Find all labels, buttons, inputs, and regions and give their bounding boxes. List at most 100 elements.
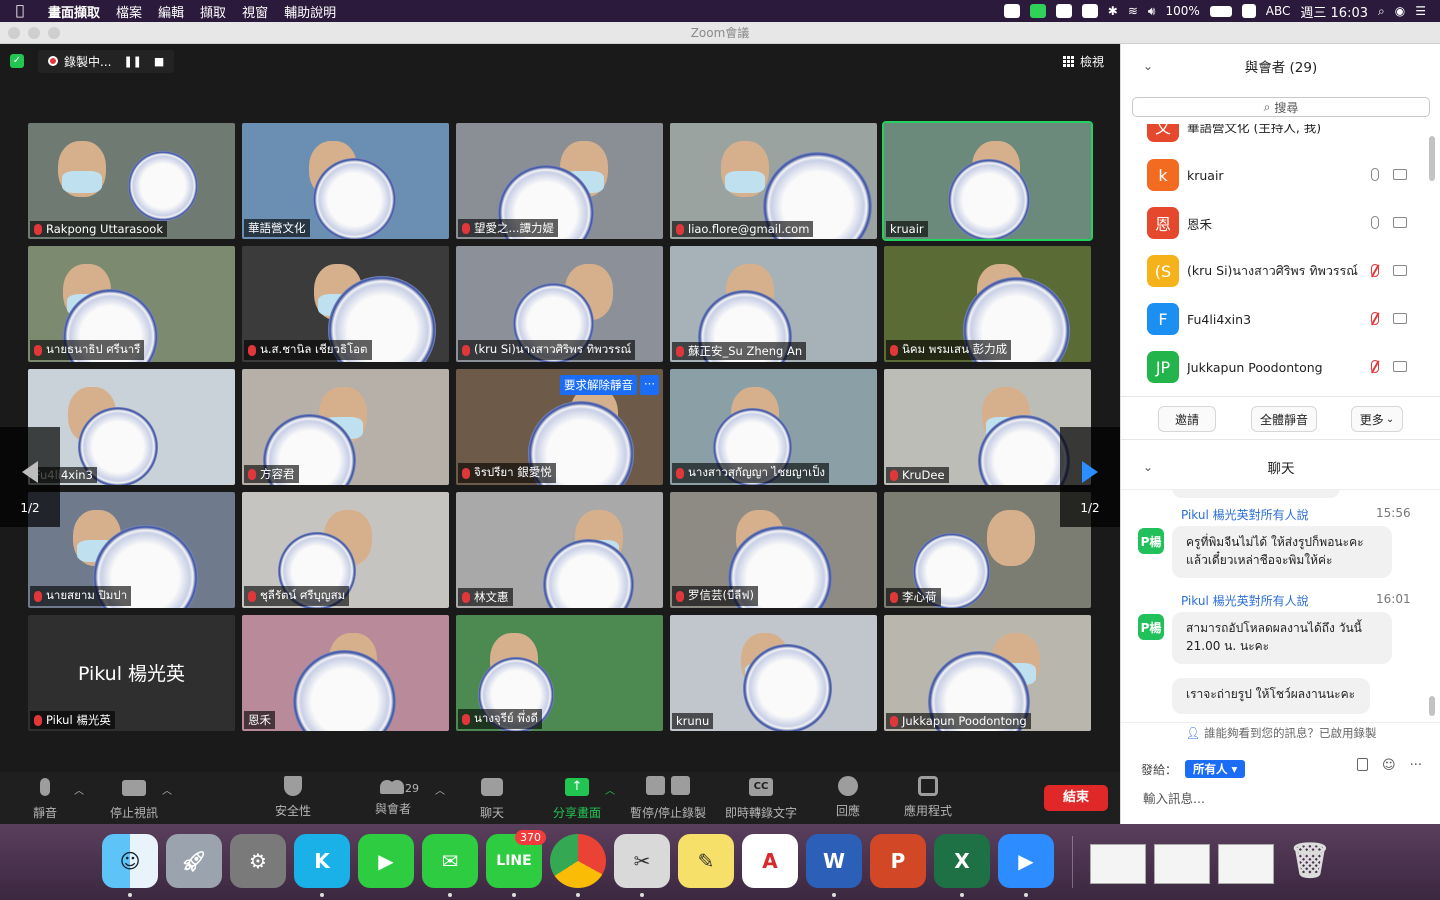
acrobat-icon[interactable]: A: [742, 834, 798, 888]
video-camera-icon[interactable]: [1393, 265, 1407, 276]
reactions-button[interactable]: 回應: [836, 776, 860, 819]
video-options-caret-icon[interactable]: ︿: [162, 782, 172, 797]
menu-window[interactable]: 視窗: [234, 2, 276, 21]
share-options-caret-icon[interactable]: ︿: [605, 782, 615, 797]
video-tile[interactable]: Jukkapun Poodontong: [884, 615, 1091, 731]
video-camera-icon[interactable]: [1393, 169, 1407, 180]
next-page-button[interactable]: 1/2: [1060, 427, 1120, 527]
excel-icon[interactable]: X: [934, 834, 990, 888]
video-tile[interactable]: 望愛之...譚力媞: [456, 123, 663, 239]
pause-stop-recording-button[interactable]: 暫停/停止錄製: [630, 776, 706, 821]
menu-app[interactable]: 畫面擷取: [40, 2, 108, 21]
video-tile[interactable]: kruair: [882, 121, 1093, 241]
recipient-dropdown[interactable]: 所有人 ▾: [1185, 760, 1246, 778]
video-tile[interactable]: Rakpong Uttarasook: [28, 123, 235, 239]
chrome-icon[interactable]: [550, 834, 606, 888]
video-tile[interactable]: ชุลีรัตน์ ศรีบุญสม: [242, 492, 449, 608]
muted-mic-icon[interactable]: [1371, 264, 1379, 277]
participant-row[interactable]: JP Jukkapun Poodontong: [1147, 350, 1417, 384]
video-tile[interactable]: นางจุรีย์ พึ่งดี: [456, 615, 663, 731]
video-tile[interactable]: 方容君: [242, 369, 449, 485]
stop-recording-icon[interactable]: ■: [154, 55, 164, 68]
video-tile[interactable]: krunu: [670, 615, 877, 731]
chat-scrollbar[interactable]: [1429, 696, 1435, 716]
video-camera-icon[interactable]: [1393, 361, 1407, 372]
menu-capture[interactable]: 擷取: [192, 2, 234, 21]
participant-row[interactable]: k kruair: [1147, 158, 1417, 192]
k-tray-icon[interactable]: [1081, 4, 1098, 18]
invite-button[interactable]: 邀請: [1158, 406, 1216, 432]
stop-video-button[interactable]: 停止視訊: [110, 776, 158, 821]
minimize-window-button[interactable]: [28, 27, 40, 39]
zoom-icon[interactable]: ▶: [998, 834, 1054, 888]
end-meeting-button[interactable]: 結束: [1044, 785, 1108, 811]
security-button[interactable]: 安全性: [275, 776, 311, 819]
video-tile[interactable]: (kru Si)นางสาวศิริพร ทิพวรรณ์: [456, 246, 663, 362]
view-button[interactable]: 檢視: [1062, 53, 1104, 70]
video-tile[interactable]: 華語營文化: [242, 123, 449, 239]
video-tile[interactable]: 恩禾: [242, 615, 449, 731]
chat-message-input[interactable]: 輸入訊息...: [1143, 788, 1205, 807]
emoji-icon[interactable]: ☺: [1382, 758, 1396, 773]
video-tile[interactable]: 蘇正安_Su Zheng An: [670, 246, 877, 362]
chat-button[interactable]: 聊天: [480, 776, 504, 821]
video-tile[interactable]: น.ส.ชานิล เชียวธิโอต: [242, 246, 449, 362]
video-tile[interactable]: 要求解除靜音 ··· จิรปรียา 銀愛悦: [456, 369, 663, 485]
video-camera-icon[interactable]: [1393, 217, 1407, 228]
video-tile[interactable]: นิคม พรมเสน 彭力成: [884, 246, 1091, 362]
system-preferences-icon[interactable]: ⚙: [230, 834, 286, 888]
menu-help[interactable]: 輔助說明: [276, 2, 344, 21]
wechat-tray-icon[interactable]: [1055, 4, 1072, 18]
line-icon[interactable]: LINE 370: [486, 830, 546, 888]
file-icon[interactable]: [1357, 758, 1368, 771]
participant-search-input[interactable]: ⌕ 搜尋: [1132, 97, 1430, 117]
microphone-icon[interactable]: [1371, 216, 1379, 229]
zoom-tray-icon[interactable]: [1003, 4, 1020, 18]
powerpoint-icon[interactable]: P: [870, 834, 926, 888]
stickies-icon[interactable]: ✎: [678, 834, 734, 888]
trash-icon[interactable]: 🗑︎: [1282, 834, 1338, 888]
menu-file[interactable]: 檔案: [108, 2, 150, 21]
share-screen-button[interactable]: ↑ 分享畫面: [553, 776, 601, 821]
participant-row[interactable]: F Fu4li4xin3: [1147, 302, 1417, 336]
collapse-participants-chevron-icon[interactable]: ⌄: [1143, 59, 1153, 73]
ask-to-unmute-button[interactable]: 要求解除靜音: [560, 375, 638, 395]
participants-button[interactable]: 與會者 29: [375, 776, 419, 817]
video-tile[interactable]: นางสาวสุกัญญา ไชยญาเป็ง: [670, 369, 877, 485]
mute-all-button[interactable]: 全體靜音: [1251, 406, 1317, 432]
microphone-icon[interactable]: [1371, 168, 1379, 181]
k-app-icon[interactable]: K: [294, 834, 350, 888]
prev-page-button[interactable]: 1/2: [0, 427, 60, 527]
siri-icon[interactable]: ◉: [1395, 4, 1405, 18]
video-tile[interactable]: Pikul 楊光英 Pikul 楊光英: [28, 615, 235, 731]
word-icon[interactable]: W: [806, 834, 862, 888]
mute-button[interactable]: 靜音: [33, 776, 57, 821]
more-options-button[interactable]: 更多 ⌄: [1351, 406, 1403, 432]
participant-list-scrollbar[interactable]: [1429, 136, 1435, 181]
tile-more-button[interactable]: ···: [640, 375, 659, 395]
screenshot-tool-icon[interactable]: ✂: [614, 834, 670, 888]
wifi-icon[interactable]: ≋: [1128, 4, 1138, 18]
audio-options-caret-icon[interactable]: ︿: [74, 782, 84, 797]
apple-icon[interactable]: : [0, 3, 40, 19]
facetime-icon[interactable]: ▶: [358, 834, 414, 888]
collapse-chat-chevron-icon[interactable]: ⌄: [1143, 460, 1153, 474]
live-transcript-button[interactable]: CC 即時轉錄文字: [725, 776, 797, 821]
participant-row[interactable]: (S (kru Si)นางสาวศิริพร ทิพวรรณ์: [1147, 254, 1417, 288]
minimized-window-thumbnail[interactable]: [1154, 844, 1210, 884]
video-tile[interactable]: นายธนาธิป ศรีนารี: [28, 246, 235, 362]
control-center-icon[interactable]: ☰: [1415, 4, 1426, 18]
battery-percent[interactable]: 100%: [1165, 4, 1199, 18]
finder-icon[interactable]: ☺: [102, 834, 158, 888]
chat-privacy-notice[interactable]: 👤︎ 誰能夠看到您的訊息？已啟用錄製: [1121, 722, 1440, 742]
video-tile[interactable]: liao.flore@gmail.com: [670, 123, 877, 239]
menu-edit[interactable]: 編輯: [150, 2, 192, 21]
wechat-icon[interactable]: ✉: [422, 834, 478, 888]
launchpad-icon[interactable]: 🚀︎: [166, 834, 222, 888]
participant-row[interactable]: 文 華語營文化 (主持人, 我): [1147, 124, 1417, 143]
input-method-label[interactable]: ABC: [1266, 4, 1291, 18]
clock[interactable]: 週三 16:03: [1300, 2, 1368, 21]
video-tile[interactable]: 罗信芸(บีลีฟ): [670, 492, 877, 608]
more-icon[interactable]: ···: [1410, 758, 1422, 773]
line-tray-icon[interactable]: [1029, 4, 1046, 18]
